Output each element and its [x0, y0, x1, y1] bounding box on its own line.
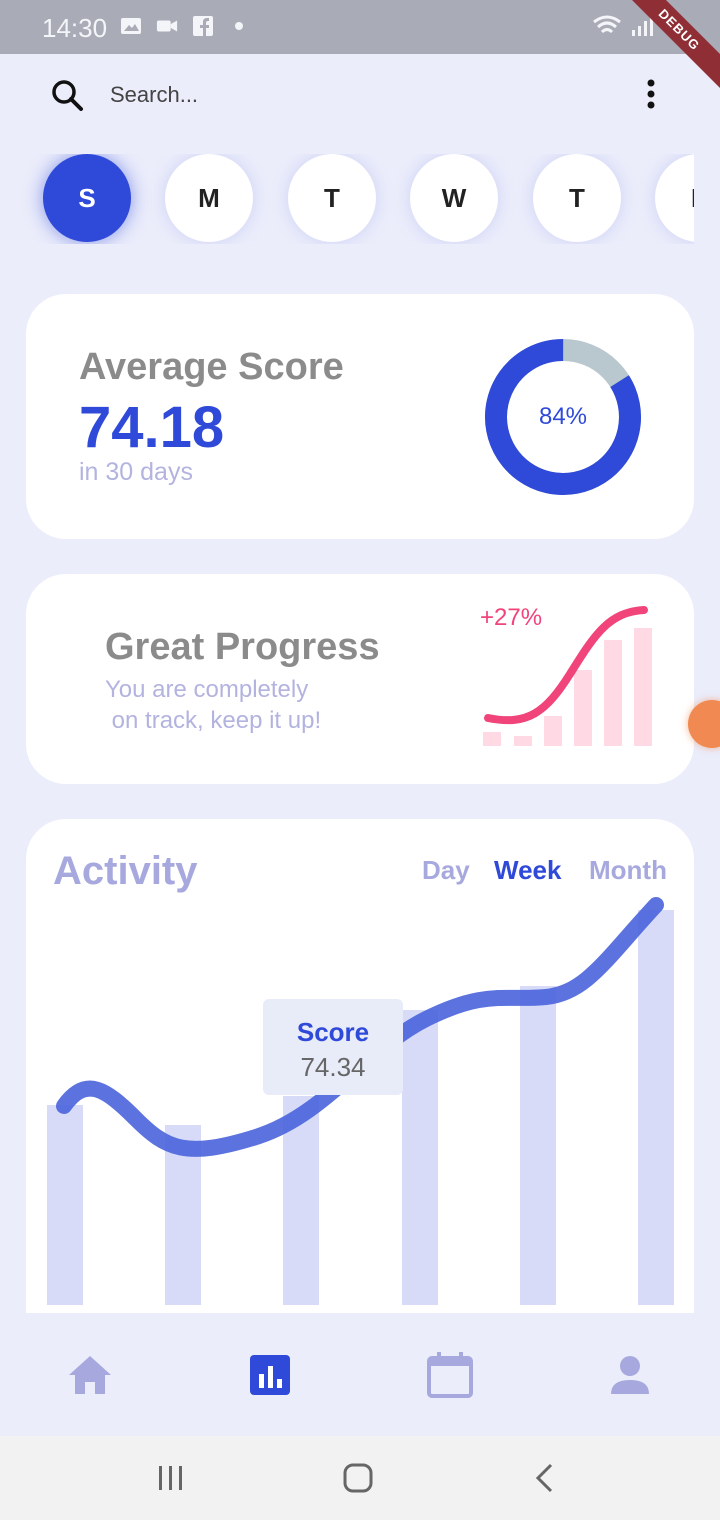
search-icon[interactable]	[50, 78, 84, 112]
progress-bar	[514, 736, 532, 746]
score-ring-label: 84%	[538, 403, 588, 430]
tab-week[interactable]: Week	[494, 855, 561, 886]
activity-bar	[402, 1010, 438, 1305]
more-vert-icon[interactable]	[640, 78, 662, 112]
average-score-period: in 30 days	[79, 458, 193, 486]
system-icons	[592, 14, 656, 38]
activity-card: Activity Day Week Month Score 74.34	[26, 819, 694, 1313]
status-time: 14:30	[42, 13, 108, 43]
progress-card: Great Progress You are completely on tra…	[26, 574, 694, 784]
search-input[interactable]	[110, 79, 510, 111]
day-selector: S M T W T F	[0, 154, 694, 244]
progress-subtitle: You are completely on track, keep it up!	[105, 676, 322, 734]
back-icon[interactable]	[527, 1460, 563, 1496]
day-sunday[interactable]: S	[43, 154, 131, 242]
progress-bar	[483, 732, 501, 746]
recent-apps-icon[interactable]	[153, 1460, 189, 1496]
average-score-value: 74.18	[79, 395, 225, 460]
video-icon	[156, 20, 178, 32]
person-icon[interactable]	[605, 1350, 655, 1400]
tooltip-value: 74.34	[300, 1052, 366, 1082]
status-bar: 14:30 DEBUG	[0, 0, 720, 99]
day-monday[interactable]: M	[165, 154, 253, 242]
system-navigation	[0, 1436, 720, 1520]
tooltip-label: Score	[296, 1017, 370, 1047]
notification-icons	[120, 16, 250, 36]
progress-bar	[604, 640, 622, 746]
home-icon[interactable]	[65, 1350, 115, 1400]
day-thursday[interactable]: T	[533, 154, 621, 242]
dot-icon	[235, 22, 243, 30]
day-tuesday[interactable]: T	[288, 154, 376, 242]
progress-change-label: +27%	[480, 604, 543, 631]
home-button-icon[interactable]	[340, 1460, 376, 1496]
average-score-title: Average Score	[79, 346, 344, 388]
activity-bar	[520, 986, 556, 1305]
day-friday[interactable]: F	[655, 154, 694, 242]
facebook-icon	[193, 16, 213, 36]
progress-bar	[634, 628, 652, 746]
bottom-navigation	[0, 1316, 720, 1436]
progress-title: Great Progress	[105, 626, 380, 668]
bar-chart-icon[interactable]	[245, 1350, 295, 1400]
activity-title: Activity	[53, 849, 198, 893]
chart-tooltip: Score 74.34	[263, 999, 403, 1095]
activity-bar	[638, 910, 674, 1305]
average-score-card: Average Score 74.18 in 30 days 84%	[26, 294, 694, 539]
activity-bar	[47, 1105, 83, 1305]
day-wednesday[interactable]: W	[410, 154, 498, 242]
tab-month[interactable]: Month	[589, 855, 667, 886]
wifi-icon	[593, 15, 621, 34]
progress-bar	[574, 670, 592, 746]
tab-day[interactable]: Day	[422, 855, 470, 886]
image-icon	[121, 18, 141, 34]
progress-bar	[544, 716, 562, 746]
calendar-icon[interactable]	[425, 1350, 475, 1400]
